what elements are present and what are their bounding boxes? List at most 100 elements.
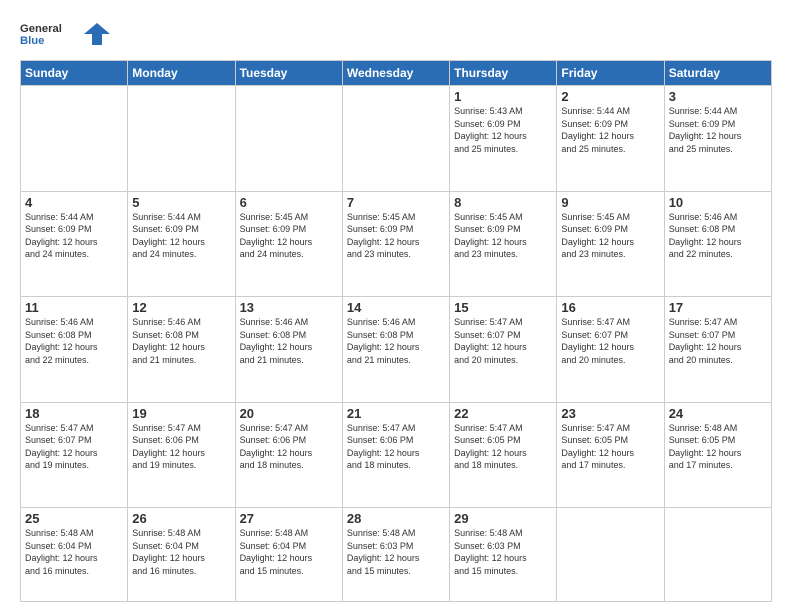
day-info: Sunrise: 5:45 AM Sunset: 6:09 PM Dayligh… — [561, 211, 659, 261]
arrow-logo-icon — [84, 23, 110, 45]
calendar-cell: 21Sunrise: 5:47 AM Sunset: 6:06 PM Dayli… — [342, 402, 449, 508]
day-number: 12 — [132, 300, 230, 315]
day-info: Sunrise: 5:47 AM Sunset: 6:06 PM Dayligh… — [132, 422, 230, 472]
day-info: Sunrise: 5:44 AM Sunset: 6:09 PM Dayligh… — [25, 211, 123, 261]
calendar-cell — [128, 86, 235, 192]
calendar-cell: 16Sunrise: 5:47 AM Sunset: 6:07 PM Dayli… — [557, 297, 664, 403]
day-number: 3 — [669, 89, 767, 104]
calendar-cell: 29Sunrise: 5:48 AM Sunset: 6:03 PM Dayli… — [450, 508, 557, 602]
day-info: Sunrise: 5:48 AM Sunset: 6:03 PM Dayligh… — [347, 527, 445, 577]
calendar-cell: 24Sunrise: 5:48 AM Sunset: 6:05 PM Dayli… — [664, 402, 771, 508]
day-info: Sunrise: 5:48 AM Sunset: 6:04 PM Dayligh… — [132, 527, 230, 577]
page: General Blue SundayMondayTuesdayWednesda… — [0, 0, 792, 612]
calendar-cell: 13Sunrise: 5:46 AM Sunset: 6:08 PM Dayli… — [235, 297, 342, 403]
day-info: Sunrise: 5:47 AM Sunset: 6:07 PM Dayligh… — [669, 316, 767, 366]
day-header-monday: Monday — [128, 61, 235, 86]
header: General Blue — [20, 16, 772, 52]
day-info: Sunrise: 5:44 AM Sunset: 6:09 PM Dayligh… — [132, 211, 230, 261]
day-info: Sunrise: 5:46 AM Sunset: 6:08 PM Dayligh… — [669, 211, 767, 261]
day-info: Sunrise: 5:47 AM Sunset: 6:06 PM Dayligh… — [347, 422, 445, 472]
day-number: 23 — [561, 406, 659, 421]
calendar-cell: 14Sunrise: 5:46 AM Sunset: 6:08 PM Dayli… — [342, 297, 449, 403]
day-info: Sunrise: 5:48 AM Sunset: 6:05 PM Dayligh… — [669, 422, 767, 472]
day-header-tuesday: Tuesday — [235, 61, 342, 86]
day-number: 5 — [132, 195, 230, 210]
calendar-cell: 5Sunrise: 5:44 AM Sunset: 6:09 PM Daylig… — [128, 191, 235, 297]
day-number: 2 — [561, 89, 659, 104]
day-number: 11 — [25, 300, 123, 315]
day-info: Sunrise: 5:46 AM Sunset: 6:08 PM Dayligh… — [347, 316, 445, 366]
logo-svg: General Blue — [20, 16, 80, 52]
calendar-cell — [21, 86, 128, 192]
day-number: 22 — [454, 406, 552, 421]
calendar-cell: 22Sunrise: 5:47 AM Sunset: 6:05 PM Dayli… — [450, 402, 557, 508]
day-info: Sunrise: 5:44 AM Sunset: 6:09 PM Dayligh… — [561, 105, 659, 155]
day-info: Sunrise: 5:47 AM Sunset: 6:07 PM Dayligh… — [25, 422, 123, 472]
logo: General Blue — [20, 16, 110, 52]
week-row-5: 25Sunrise: 5:48 AM Sunset: 6:04 PM Dayli… — [21, 508, 772, 602]
calendar-cell: 17Sunrise: 5:47 AM Sunset: 6:07 PM Dayli… — [664, 297, 771, 403]
calendar-cell: 18Sunrise: 5:47 AM Sunset: 6:07 PM Dayli… — [21, 402, 128, 508]
calendar-cell: 11Sunrise: 5:46 AM Sunset: 6:08 PM Dayli… — [21, 297, 128, 403]
calendar-cell: 7Sunrise: 5:45 AM Sunset: 6:09 PM Daylig… — [342, 191, 449, 297]
svg-text:Blue: Blue — [20, 35, 44, 47]
calendar-cell: 20Sunrise: 5:47 AM Sunset: 6:06 PM Dayli… — [235, 402, 342, 508]
day-number: 28 — [347, 511, 445, 526]
calendar-cell: 25Sunrise: 5:48 AM Sunset: 6:04 PM Dayli… — [21, 508, 128, 602]
day-number: 20 — [240, 406, 338, 421]
day-info: Sunrise: 5:48 AM Sunset: 6:04 PM Dayligh… — [240, 527, 338, 577]
svg-text:General: General — [20, 23, 62, 35]
day-info: Sunrise: 5:46 AM Sunset: 6:08 PM Dayligh… — [132, 316, 230, 366]
week-row-3: 11Sunrise: 5:46 AM Sunset: 6:08 PM Dayli… — [21, 297, 772, 403]
day-number: 18 — [25, 406, 123, 421]
day-number: 6 — [240, 195, 338, 210]
day-info: Sunrise: 5:44 AM Sunset: 6:09 PM Dayligh… — [669, 105, 767, 155]
calendar-cell — [235, 86, 342, 192]
calendar-cell: 2Sunrise: 5:44 AM Sunset: 6:09 PM Daylig… — [557, 86, 664, 192]
calendar-cell: 28Sunrise: 5:48 AM Sunset: 6:03 PM Dayli… — [342, 508, 449, 602]
day-info: Sunrise: 5:47 AM Sunset: 6:05 PM Dayligh… — [561, 422, 659, 472]
day-info: Sunrise: 5:47 AM Sunset: 6:07 PM Dayligh… — [454, 316, 552, 366]
day-number: 25 — [25, 511, 123, 526]
calendar-cell: 19Sunrise: 5:47 AM Sunset: 6:06 PM Dayli… — [128, 402, 235, 508]
calendar-header: SundayMondayTuesdayWednesdayThursdayFrid… — [21, 61, 772, 86]
week-row-2: 4Sunrise: 5:44 AM Sunset: 6:09 PM Daylig… — [21, 191, 772, 297]
day-info: Sunrise: 5:43 AM Sunset: 6:09 PM Dayligh… — [454, 105, 552, 155]
day-info: Sunrise: 5:45 AM Sunset: 6:09 PM Dayligh… — [240, 211, 338, 261]
calendar-cell: 27Sunrise: 5:48 AM Sunset: 6:04 PM Dayli… — [235, 508, 342, 602]
day-number: 16 — [561, 300, 659, 315]
calendar-cell: 15Sunrise: 5:47 AM Sunset: 6:07 PM Dayli… — [450, 297, 557, 403]
day-info: Sunrise: 5:47 AM Sunset: 6:05 PM Dayligh… — [454, 422, 552, 472]
calendar-cell: 10Sunrise: 5:46 AM Sunset: 6:08 PM Dayli… — [664, 191, 771, 297]
day-header-friday: Friday — [557, 61, 664, 86]
day-number: 14 — [347, 300, 445, 315]
week-row-1: 1Sunrise: 5:43 AM Sunset: 6:09 PM Daylig… — [21, 86, 772, 192]
calendar-cell: 23Sunrise: 5:47 AM Sunset: 6:05 PM Dayli… — [557, 402, 664, 508]
day-info: Sunrise: 5:46 AM Sunset: 6:08 PM Dayligh… — [25, 316, 123, 366]
day-number: 21 — [347, 406, 445, 421]
day-header-sunday: Sunday — [21, 61, 128, 86]
day-number: 29 — [454, 511, 552, 526]
calendar-cell — [664, 508, 771, 602]
calendar-cell: 9Sunrise: 5:45 AM Sunset: 6:09 PM Daylig… — [557, 191, 664, 297]
day-number: 9 — [561, 195, 659, 210]
calendar-cell: 1Sunrise: 5:43 AM Sunset: 6:09 PM Daylig… — [450, 86, 557, 192]
days-of-week-row: SundayMondayTuesdayWednesdayThursdayFrid… — [21, 61, 772, 86]
day-header-saturday: Saturday — [664, 61, 771, 86]
day-info: Sunrise: 5:47 AM Sunset: 6:07 PM Dayligh… — [561, 316, 659, 366]
day-info: Sunrise: 5:45 AM Sunset: 6:09 PM Dayligh… — [454, 211, 552, 261]
day-number: 26 — [132, 511, 230, 526]
day-info: Sunrise: 5:45 AM Sunset: 6:09 PM Dayligh… — [347, 211, 445, 261]
day-number: 13 — [240, 300, 338, 315]
day-number: 15 — [454, 300, 552, 315]
day-info: Sunrise: 5:47 AM Sunset: 6:06 PM Dayligh… — [240, 422, 338, 472]
day-info: Sunrise: 5:46 AM Sunset: 6:08 PM Dayligh… — [240, 316, 338, 366]
day-number: 10 — [669, 195, 767, 210]
day-number: 7 — [347, 195, 445, 210]
calendar-cell: 12Sunrise: 5:46 AM Sunset: 6:08 PM Dayli… — [128, 297, 235, 403]
day-info: Sunrise: 5:48 AM Sunset: 6:04 PM Dayligh… — [25, 527, 123, 577]
day-number: 4 — [25, 195, 123, 210]
calendar-table: SundayMondayTuesdayWednesdayThursdayFrid… — [20, 60, 772, 602]
calendar-cell: 26Sunrise: 5:48 AM Sunset: 6:04 PM Dayli… — [128, 508, 235, 602]
day-header-thursday: Thursday — [450, 61, 557, 86]
